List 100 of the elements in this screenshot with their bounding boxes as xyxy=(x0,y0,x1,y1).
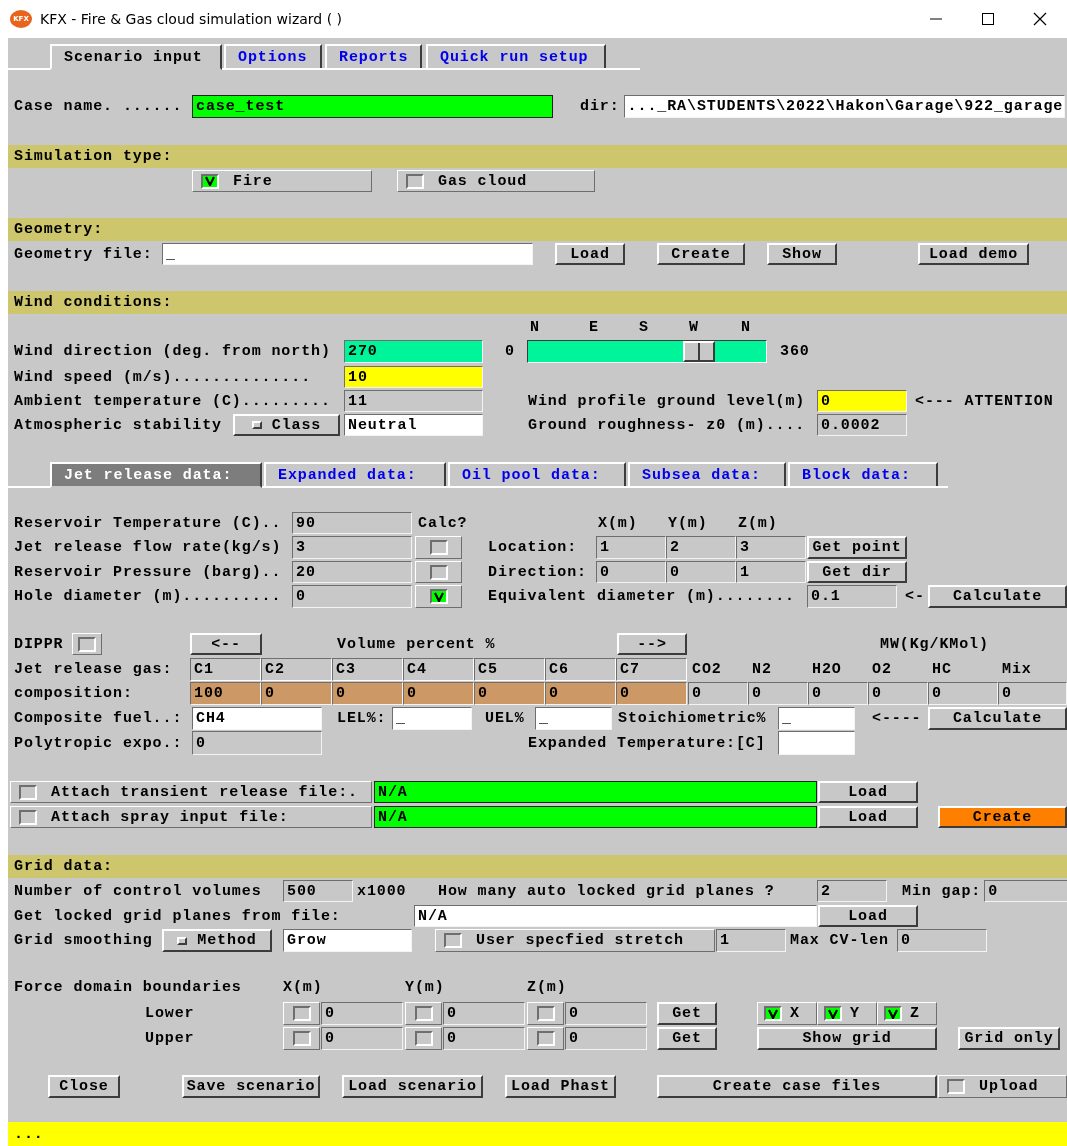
min-gap-field[interactable]: 0 xyxy=(984,880,1067,902)
composition-field[interactable]: 0 xyxy=(928,682,998,705)
checkbox[interactable] xyxy=(415,585,462,608)
input-field[interactable]: 0 xyxy=(666,561,736,583)
stretch-checkbox[interactable]: User specfied stretch xyxy=(435,929,715,952)
input-field[interactable]: 2 xyxy=(666,536,736,559)
get-button[interactable]: Get xyxy=(657,1027,717,1050)
geometry-button[interactable]: Load xyxy=(555,243,625,265)
smoothing-field[interactable]: Grow xyxy=(283,929,412,952)
composition-field[interactable]: 0 xyxy=(748,682,808,705)
case-name-field[interactable]: case_test xyxy=(192,95,553,118)
tab[interactable]: Reports xyxy=(325,44,422,68)
composition-field[interactable]: 0 xyxy=(403,682,474,705)
input-field[interactable]: 0 xyxy=(596,561,666,583)
attach-checkbox[interactable]: Attach transient release file:. xyxy=(10,781,372,803)
input-field[interactable]: 0 xyxy=(292,585,412,608)
create-button[interactable]: Create xyxy=(938,806,1067,828)
boundary-field[interactable]: 0 xyxy=(565,1002,647,1025)
tab[interactable]: Block data: xyxy=(788,462,938,486)
polytropic-field[interactable]: 0 xyxy=(192,731,322,755)
boundary-field[interactable]: 0 xyxy=(321,1002,403,1025)
axis-checkbox[interactable]: Z xyxy=(877,1002,937,1025)
composition-field[interactable]: 0 xyxy=(998,682,1067,705)
load-button[interactable]: Load xyxy=(818,781,918,803)
ground-level-field[interactable]: 0 xyxy=(817,390,907,412)
checkbox[interactable] xyxy=(415,536,462,559)
checkbox[interactable] xyxy=(527,1002,564,1025)
input-field[interactable]: 1 xyxy=(736,561,806,583)
composition-field[interactable]: 0 xyxy=(616,682,687,705)
input-field[interactable]: 3 xyxy=(292,536,412,559)
uel-field[interactable]: _ xyxy=(535,707,612,730)
composition-field[interactable]: 0 xyxy=(688,682,748,705)
composition-field[interactable]: 100 xyxy=(190,682,261,705)
input-field[interactable]: 1 xyxy=(596,536,666,559)
previous-button[interactable]: <-- xyxy=(190,633,262,655)
checkbox[interactable] xyxy=(283,1002,320,1025)
stability-field[interactable]: Neutral xyxy=(344,414,483,436)
lel-field[interactable]: _ xyxy=(392,707,472,730)
geometry-file-field[interactable]: _ xyxy=(162,243,533,265)
load-button[interactable]: Load xyxy=(818,905,918,927)
boundary-field[interactable]: 0 xyxy=(443,1002,525,1025)
temperature-field[interactable]: 11 xyxy=(344,390,483,412)
composition-field[interactable]: 0 xyxy=(545,682,616,705)
grid-only-button[interactable]: Grid only xyxy=(958,1027,1060,1050)
file-field[interactable]: N/A xyxy=(374,806,817,828)
grid-planes-field[interactable]: 2 xyxy=(817,880,887,902)
action-button[interactable]: Load scenario xyxy=(342,1075,483,1098)
input-field[interactable]: 90 xyxy=(292,512,412,534)
get-button[interactable]: Get xyxy=(657,1002,717,1025)
boundary-field[interactable]: 0 xyxy=(321,1027,403,1050)
checkbox[interactable] xyxy=(72,633,102,655)
close-icon[interactable] xyxy=(1033,12,1047,26)
composition-field[interactable]: 0 xyxy=(474,682,545,705)
directory-field[interactable]: ..._RA\STUDENTS\2022\Hakon\Garage\922_garage xyxy=(623,95,1065,118)
action-button[interactable]: Create case files xyxy=(657,1075,937,1098)
tab[interactable]: Jet release data: xyxy=(50,462,262,488)
axis-checkbox[interactable]: X xyxy=(757,1002,817,1025)
wind-speed-field[interactable]: 10 xyxy=(344,366,483,388)
max-cv-field[interactable]: 0 xyxy=(897,929,987,952)
calculate-button[interactable]: Calculate xyxy=(928,707,1067,730)
get-direction-button[interactable]: Get dir xyxy=(807,561,907,583)
tab[interactable]: Options xyxy=(224,44,322,68)
input-field[interactable]: 20 xyxy=(292,561,412,583)
class-button[interactable]: Class xyxy=(233,414,340,436)
get-point-button[interactable]: Get point xyxy=(807,536,907,559)
composition-field[interactable]: 0 xyxy=(868,682,928,705)
maximize-icon[interactable] xyxy=(981,12,995,26)
grid-planes-file-field[interactable]: N/A xyxy=(414,905,817,927)
control-volumes-field[interactable]: 500 xyxy=(283,880,353,902)
wind-direction-field[interactable]: 270 xyxy=(344,340,483,363)
expanded-temperature-field[interactable] xyxy=(778,731,855,755)
equivalent-diameter-field[interactable]: 0.1 xyxy=(807,585,897,608)
geometry-button[interactable]: Create xyxy=(657,243,745,265)
show-grid-button[interactable]: Show grid xyxy=(757,1027,937,1050)
upload-checkbox[interactable]: Upload xyxy=(938,1075,1067,1098)
tab[interactable]: Oil pool data: xyxy=(448,462,626,486)
checkbox[interactable] xyxy=(405,1002,442,1025)
checkbox[interactable] xyxy=(405,1027,442,1050)
fuel-field[interactable]: CH4 xyxy=(192,707,322,730)
action-button[interactable]: Load Phast xyxy=(505,1075,616,1098)
slider-track[interactable] xyxy=(527,340,767,363)
tab[interactable]: Expanded data: xyxy=(264,462,446,486)
composition-field[interactable]: 0 xyxy=(261,682,332,705)
attach-checkbox[interactable]: Attach spray input file: xyxy=(10,806,372,828)
checkbox[interactable] xyxy=(283,1027,320,1050)
axis-checkbox[interactable]: Y xyxy=(817,1002,877,1025)
boundary-field[interactable]: 0 xyxy=(443,1027,525,1050)
slider-thumb[interactable] xyxy=(682,341,715,362)
geometry-button[interactable]: Load demo xyxy=(918,243,1029,265)
tab[interactable]: Scenario input xyxy=(50,44,222,70)
stretch-field[interactable]: 1 xyxy=(716,929,786,952)
boundary-field[interactable]: 0 xyxy=(565,1027,647,1050)
geometry-button[interactable]: Show xyxy=(767,243,837,265)
tab[interactable]: Subsea data: xyxy=(628,462,786,486)
tab[interactable]: Quick run setup xyxy=(426,44,606,68)
checkbox[interactable] xyxy=(527,1027,564,1050)
action-button[interactable]: Close xyxy=(48,1075,120,1098)
simulation-type-checkbox[interactable]: Fire xyxy=(192,170,372,192)
method-button[interactable]: Method xyxy=(162,929,272,952)
simulation-type-checkbox[interactable]: Gas cloud xyxy=(397,170,595,192)
